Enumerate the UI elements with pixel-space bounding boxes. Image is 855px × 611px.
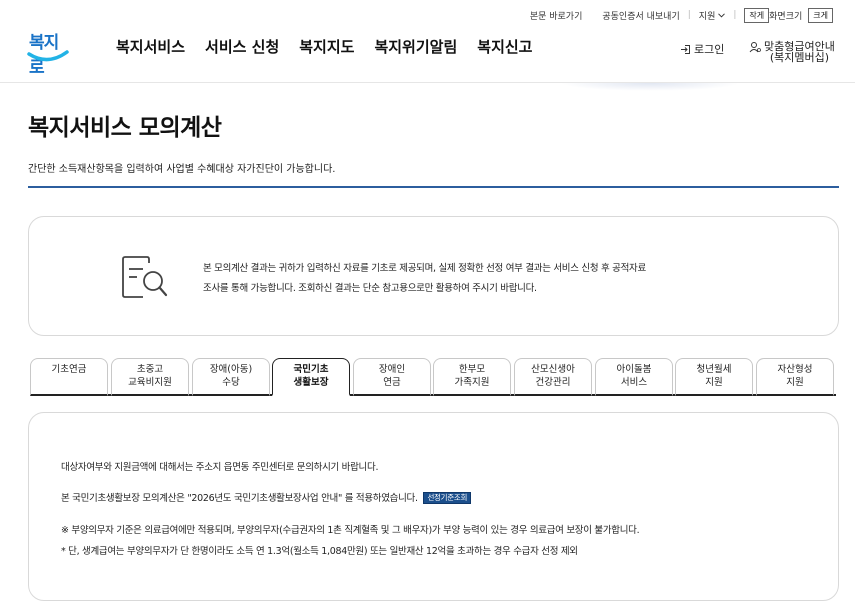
tab-education-support[interactable]: 초중고교육비지원 <box>111 358 189 396</box>
page-description: 간단한 소득재산항목을 입력하여 사업별 수혜대상 자가진단이 가능합니다. <box>28 164 336 175</box>
content-line-4: * 단, 생계급여는 부양의무자가 단 한명이라도 소득 연 1.3억(월소득 … <box>61 546 578 557</box>
chevron-down-icon <box>718 12 726 18</box>
skip-to-content-link[interactable]: 본문 바로가기 <box>530 9 583 22</box>
region-label: 지원 <box>698 11 716 22</box>
tab-disabled-child-allowance[interactable]: 장애(아동) 수당 <box>192 358 270 396</box>
divider: | <box>733 10 737 20</box>
tab-label: 지원 <box>705 377 723 388</box>
zoom-large-button[interactable]: 크게 <box>808 7 833 23</box>
user-icon <box>749 42 761 53</box>
tab-label: 연금 <box>383 377 401 388</box>
login-button[interactable]: 로그인 <box>680 41 724 57</box>
tab-label: 기초연금 <box>51 364 87 375</box>
nav-welfare-report[interactable]: 복지신고 <box>477 36 532 57</box>
tab-label: 아이돌봄 <box>616 364 652 375</box>
nav-welfare-map[interactable]: 복지지도 <box>299 36 354 57</box>
content-line-2: 본 국민기초생활보장 모의계산은 "2026년도 국민기초생활보장사업 안내" … <box>61 490 472 504</box>
content-box: 대상자여부와 지원금액에 대해서는 주소지 읍면동 주민센터로 문의하시기 바랍… <box>28 412 839 601</box>
tab-label: 지원 <box>786 377 804 388</box>
tab-single-parent[interactable]: 한부모가족지원 <box>433 358 511 396</box>
content-line-2-text: 본 국민기초생활보장 모의계산은 "2026년도 국민기초생활보장사업 안내" … <box>61 493 418 504</box>
nav-crisis-alert[interactable]: 복지위기알림 <box>374 36 457 57</box>
notice-box: 본 모의계산 결과는 귀하가 입력하신 자료를 기초로 제공되며, 실제 정확한… <box>28 216 839 336</box>
tab-label: 서비스 <box>620 377 648 388</box>
calc-tabs: 기초연금 초중고교육비지원 장애(아동) 수당 국민기초생활보장 장애인연금 한부… <box>30 358 836 396</box>
tab-label: 장애(아동) <box>209 364 253 375</box>
tab-asset-building[interactable]: 자산형성지원 <box>756 358 834 396</box>
main-nav: 복지서비스 서비스 신청 복지지도 복지위기알림 복지신고 <box>116 36 532 57</box>
title-divider <box>28 186 839 188</box>
tab-label: 국민기초 <box>293 364 329 375</box>
site-logo[interactable]: 복지로 <box>27 28 71 78</box>
tab-label: 장애인 <box>378 364 406 375</box>
tab-label: 청년월세 <box>696 364 732 375</box>
tab-maternal-newborn[interactable]: 산모신생아건강관리 <box>514 358 592 396</box>
notice-line-1: 본 모의계산 결과는 귀하가 입력하신 자료를 기초로 제공되며, 실제 정확한… <box>203 263 646 274</box>
tab-label: 자산형성 <box>777 364 813 375</box>
tab-label: 가족지원 <box>454 377 490 388</box>
login-label: 로그인 <box>694 43 725 56</box>
nav-welfare-service[interactable]: 복지서비스 <box>116 36 185 57</box>
tab-label: 산모신생아 <box>531 364 575 375</box>
region-select[interactable]: 지원 <box>699 9 726 22</box>
cert-export-link[interactable]: 공동인증서 내보내기 <box>602 9 679 22</box>
tab-label: 생활보장 <box>293 377 329 388</box>
zoom-label: 화면크기 <box>769 11 803 22</box>
tab-label: 교육비지원 <box>128 377 172 388</box>
criteria-lookup-button[interactable]: 선정기준조회 <box>423 492 472 504</box>
notice-text: 본 모의계산 결과는 귀하가 입력하신 자료를 기초로 제공되며, 실제 정확한… <box>203 259 646 299</box>
zoom-small-button[interactable]: 작게 <box>744 7 770 23</box>
divider: | <box>687 10 691 20</box>
content-line-1: 대상자여부와 지원금액에 대해서는 주소지 읍면동 주민센터로 문의하시기 바랍… <box>61 462 379 473</box>
utility-bar: 본문 바로가기 공동인증서 내보내기 | 지원 | 작게 화면크기 크게 <box>530 6 839 24</box>
benefit-guide-link[interactable]: 맞춤형급여안내 (복지멤버십) <box>749 41 835 63</box>
tab-basic-pension[interactable]: 기초연금 <box>30 358 108 396</box>
benefit-guide-label: 맞춤형급여안내 (복지멤버십) <box>764 41 835 63</box>
tab-disability-pension[interactable]: 장애인연금 <box>353 358 431 396</box>
login-icon <box>681 44 690 54</box>
tab-label: 건강관리 <box>535 377 571 388</box>
tab-youth-rent[interactable]: 청년월세지원 <box>675 358 753 396</box>
notice-line-2: 조사를 통해 가능합니다. 조회하신 결과는 단순 참고용으로만 활용하여 주시… <box>203 283 537 294</box>
tab-label: 수당 <box>222 377 240 388</box>
tab-child-care[interactable]: 아이돌봄서비스 <box>595 358 673 396</box>
document-search-icon <box>122 256 168 298</box>
dropdown-shadow <box>560 83 740 91</box>
page-title: 복지서비스 모의계산 <box>28 115 222 141</box>
logo-smile-icon <box>27 50 69 62</box>
benefit-guide-line2: (복지멤버십) <box>769 51 830 64</box>
tab-basic-livelihood[interactable]: 국민기초생활보장 <box>272 358 350 396</box>
tab-label: 초중고 <box>136 364 164 375</box>
tab-label: 한부모 <box>458 364 486 375</box>
content-line-3: ※ 부양의무자 기준은 의료급여에만 적용되며, 부양의무자(수급권자의 1촌 … <box>61 525 640 536</box>
nav-service-apply[interactable]: 서비스 신청 <box>205 36 279 57</box>
